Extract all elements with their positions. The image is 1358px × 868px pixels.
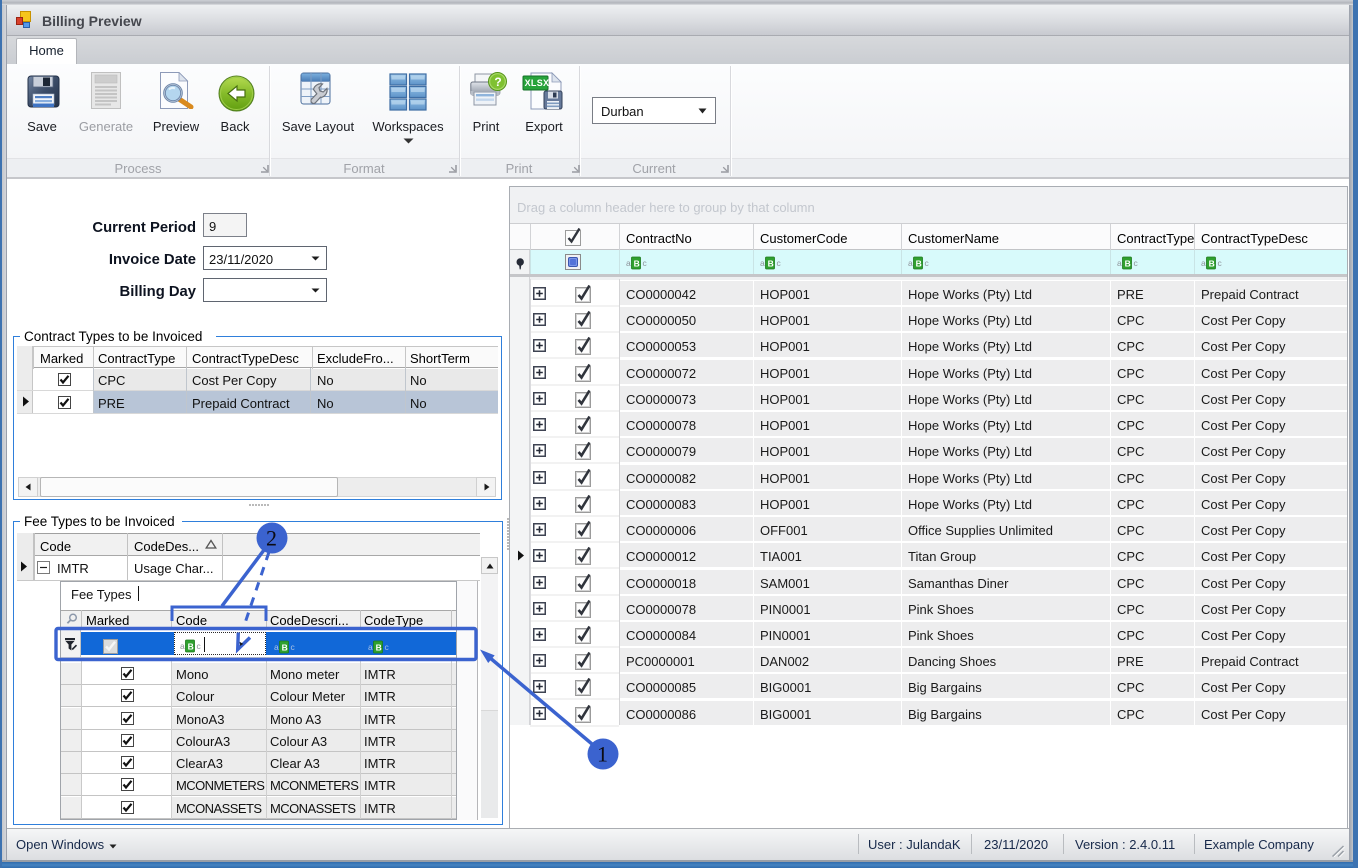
svg-text:1: 1	[597, 742, 608, 767]
svg-text:2: 2	[266, 526, 277, 551]
